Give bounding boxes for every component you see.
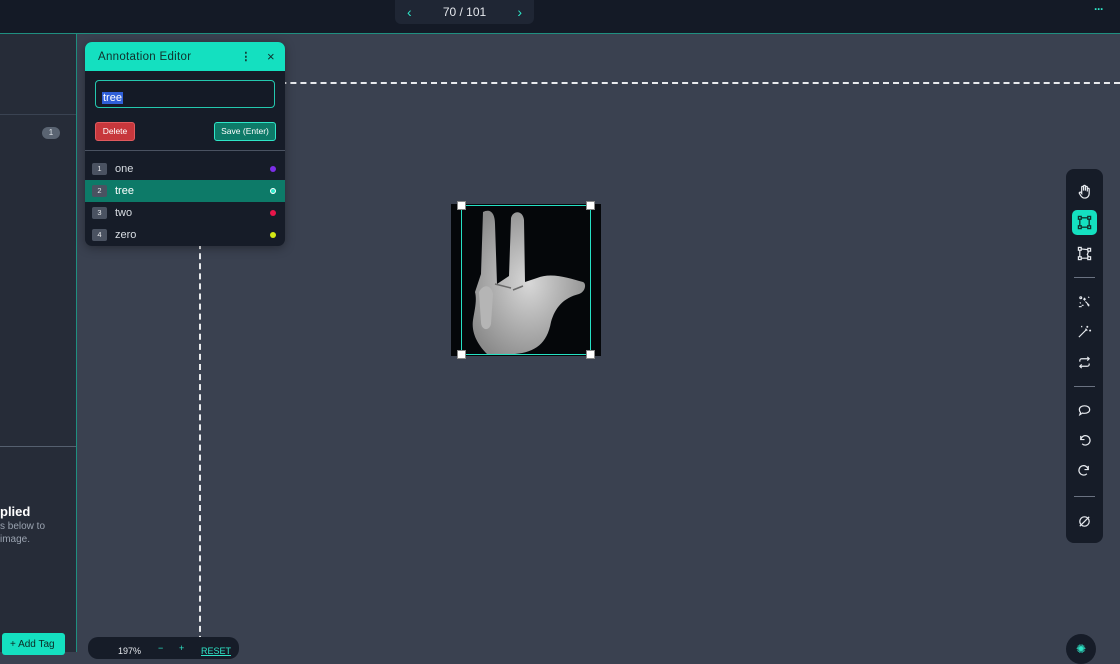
label-color-dot <box>270 188 276 194</box>
label-item-tree[interactable]: 2 tree <box>85 180 285 202</box>
label-shortcut-key: 3 <box>92 207 107 219</box>
label-color-dot <box>270 210 276 216</box>
bounding-box-icon[interactable] <box>1072 210 1097 235</box>
editor-divider <box>85 150 285 151</box>
eye-off-icon[interactable] <box>1072 509 1097 534</box>
toolbar-divider <box>1074 496 1095 497</box>
label-name: tree <box>115 185 134 197</box>
label-item-one[interactable]: 1 one <box>85 158 285 180</box>
polygon-icon[interactable] <box>1072 241 1097 266</box>
label-name: zero <box>115 229 137 241</box>
delete-button[interactable]: Delete <box>95 122 135 141</box>
label-color-dot <box>270 232 276 238</box>
label-input-value: tree <box>102 92 123 104</box>
save-button[interactable]: Save (Enter) <box>214 122 276 141</box>
sidebar-divider <box>0 114 76 115</box>
redo-icon[interactable] <box>1072 458 1097 483</box>
sidebar-divider <box>0 446 76 447</box>
repeat-icon[interactable] <box>1072 350 1097 375</box>
image-counter: 70 / 101 <box>442 5 487 19</box>
resize-handle-top-right[interactable] <box>586 201 595 210</box>
label-name: one <box>115 163 134 175</box>
sparkle-scan-icon[interactable] <box>1072 289 1097 314</box>
bounding-box-tree[interactable] <box>461 205 591 355</box>
image-pager: ‹ 70 / 101 › <box>395 0 534 24</box>
label-color-dot <box>270 166 276 172</box>
label-shortcut-key: 4 <box>92 229 107 241</box>
zoom-controls: 197% − + RESET <box>88 637 239 659</box>
tags-applied-heading: plied <box>0 504 31 519</box>
label-input[interactable]: tree <box>95 80 275 108</box>
sun-icon[interactable]: ✺ <box>1066 634 1096 664</box>
toolbar-divider <box>1074 386 1095 387</box>
speech-bubble-icon[interactable] <box>1072 398 1097 423</box>
undo-icon[interactable] <box>1072 428 1097 453</box>
label-shortcut-key: 1 <box>92 163 107 175</box>
zoom-reset-button[interactable]: RESET <box>201 646 231 656</box>
toolbar-divider <box>1074 277 1095 278</box>
zoom-level: 197% <box>118 646 142 656</box>
label-name: two <box>115 207 133 219</box>
more-menu-icon[interactable]: ··· <box>1094 2 1104 16</box>
magic-wand-icon[interactable] <box>1072 319 1097 344</box>
annotation-editor-panel: Annotation Editor ⋮ × tree Delete Save (… <box>85 42 285 246</box>
tags-hint-line2: image. <box>0 534 31 545</box>
label-item-two[interactable]: 3 two <box>85 202 285 224</box>
label-item-zero[interactable]: 4 zero <box>85 224 285 246</box>
annotation-count-badge: 1 <box>42 127 60 139</box>
label-list: 1 one 2 tree 3 two 4 zero <box>85 158 285 246</box>
annotation-editor-header[interactable]: Annotation Editor ⋮ × <box>85 42 285 71</box>
more-options-icon[interactable]: ⋮ <box>235 50 257 63</box>
chevron-right-icon[interactable]: › <box>517 5 522 19</box>
label-shortcut-key: 2 <box>92 185 107 197</box>
resize-handle-top-left[interactable] <box>457 201 466 210</box>
tool-palette <box>1066 169 1103 543</box>
top-bar: ‹ 70 / 101 › ··· <box>0 0 1120 34</box>
annotation-editor-title: Annotation Editor <box>98 50 192 63</box>
crosshair-horizontal <box>200 82 1120 84</box>
left-sidebar: 1 plied s below to image. + Add Tag <box>0 34 77 655</box>
close-icon[interactable]: × <box>257 49 285 64</box>
tags-hint-line1: s below to <box>0 521 46 532</box>
chevron-left-icon[interactable]: ‹ <box>407 5 412 19</box>
resize-handle-bottom-left[interactable] <box>457 350 466 359</box>
resize-handle-bottom-right[interactable] <box>586 350 595 359</box>
hand-icon[interactable] <box>1072 179 1097 204</box>
